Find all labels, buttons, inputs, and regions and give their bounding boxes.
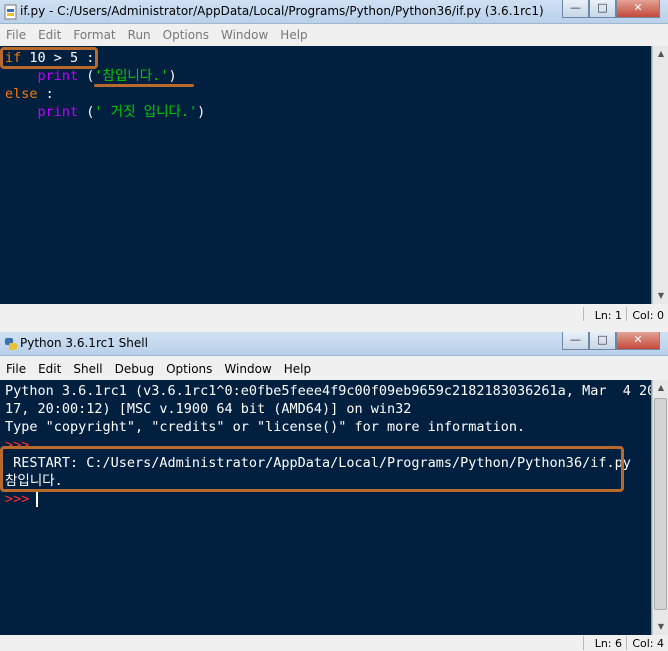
scroll-up-arrow-icon[interactable]: ▲	[653, 380, 668, 396]
shell-output-area[interactable]: Python 3.6.1rc1 (v3.6.1rc1^0:e0fbe5feee4…	[0, 380, 652, 635]
menu-window[interactable]: Window	[218, 362, 277, 376]
status-divider	[626, 636, 627, 650]
else-colon: :	[37, 86, 54, 102]
menu-help[interactable]: Help	[274, 28, 313, 42]
editor-menubar: File Edit Format Run Options Window Help	[0, 24, 668, 46]
print-builtin: print	[37, 104, 79, 120]
shell-scrollbar[interactable]: ▲ ▼	[652, 380, 668, 635]
editor-statusbar: Ln: 1 Col: 0	[0, 304, 668, 326]
editor-window: if.py - C:/Users/Administrator/AppData/L…	[0, 0, 668, 326]
paren-close: )	[168, 68, 177, 84]
menu-help[interactable]: Help	[278, 362, 317, 376]
menu-options[interactable]: Options	[157, 28, 215, 42]
scroll-thumb[interactable]	[654, 398, 667, 610]
python-file-icon	[4, 4, 17, 20]
paren-open: (	[78, 104, 95, 120]
shell-titlebar[interactable]: Python 3.6.1rc1 Shell — □ ✕	[0, 332, 668, 356]
else-keyword: else	[5, 86, 38, 102]
scroll-down-arrow-icon[interactable]: ▼	[653, 619, 668, 635]
output-annotation	[0, 446, 624, 492]
if-condition-annotation	[0, 47, 98, 69]
text-cursor	[36, 491, 38, 507]
line-number: Ln: 6	[594, 637, 622, 650]
editor-scrollbar[interactable]: ▲ ▼	[652, 46, 668, 304]
code-line-3: else :	[5, 85, 54, 103]
true-string-underline	[94, 84, 194, 87]
scroll-up-arrow-icon[interactable]: ▲	[653, 46, 668, 62]
paren-close: )	[197, 104, 206, 120]
shell-menubar: File Edit Shell Debug Options Window Hel…	[0, 358, 668, 380]
menu-file[interactable]: File	[0, 362, 32, 376]
column-number: Col: 0	[632, 309, 664, 322]
close-button[interactable]: ✕	[616, 0, 660, 18]
status-divider	[626, 307, 627, 321]
column-number: Col: 4	[632, 637, 664, 650]
python-logo-icon	[5, 338, 17, 350]
line-number: Ln: 1	[594, 309, 622, 322]
editor-titlebar[interactable]: if.py - C:/Users/Administrator/AppData/L…	[0, 0, 668, 24]
minimize-button[interactable]: —	[562, 332, 589, 350]
print-builtin: print	[37, 68, 79, 84]
menu-window[interactable]: Window	[215, 28, 274, 42]
true-string: '참입니다.'	[94, 68, 169, 84]
minimize-button[interactable]: —	[562, 0, 589, 18]
code-line-4: print (' 거짓 입니다.')	[5, 103, 206, 121]
banner-line-1: Python 3.6.1rc1 (v3.6.1rc1^0:e0fbe5feee4…	[5, 383, 652, 399]
shell-title: Python 3.6.1rc1 Shell	[20, 336, 148, 350]
shell-prompt-active: >>>	[5, 491, 38, 507]
shell-statusbar: Ln: 6 Col: 4	[0, 635, 668, 651]
status-divider	[583, 636, 584, 650]
menu-options[interactable]: Options	[160, 362, 218, 376]
banner-line-2: 17, 20:00:12) [MSC v.1900 64 bit (AMD64)…	[5, 401, 412, 417]
menu-format[interactable]: Format	[67, 28, 121, 42]
paren-open: (	[78, 68, 95, 84]
scroll-down-arrow-icon[interactable]: ▼	[653, 288, 668, 304]
maximize-button[interactable]: □	[589, 0, 616, 18]
status-divider	[583, 307, 584, 321]
shell-window: Python 3.6.1rc1 Shell — □ ✕ File Edit Sh…	[0, 332, 668, 651]
false-string: ' 거짓 입니다.'	[94, 104, 198, 120]
menu-file[interactable]: File	[0, 28, 32, 42]
menu-shell[interactable]: Shell	[67, 362, 108, 376]
menu-debug[interactable]: Debug	[109, 362, 160, 376]
menu-edit[interactable]: Edit	[32, 362, 67, 376]
menu-run[interactable]: Run	[122, 28, 157, 42]
editor-code-area[interactable]: if 10 > 5 : print ('참입니다.') else : print…	[0, 46, 652, 304]
maximize-button[interactable]: □	[589, 332, 616, 350]
banner-line-3: Type "copyright", "credits" or "license(…	[5, 419, 526, 435]
close-button[interactable]: ✕	[616, 332, 660, 350]
editor-title: if.py - C:/Users/Administrator/AppData/L…	[20, 4, 544, 18]
code-line-2: print ('참입니다.')	[5, 67, 177, 85]
menu-edit[interactable]: Edit	[32, 28, 67, 42]
